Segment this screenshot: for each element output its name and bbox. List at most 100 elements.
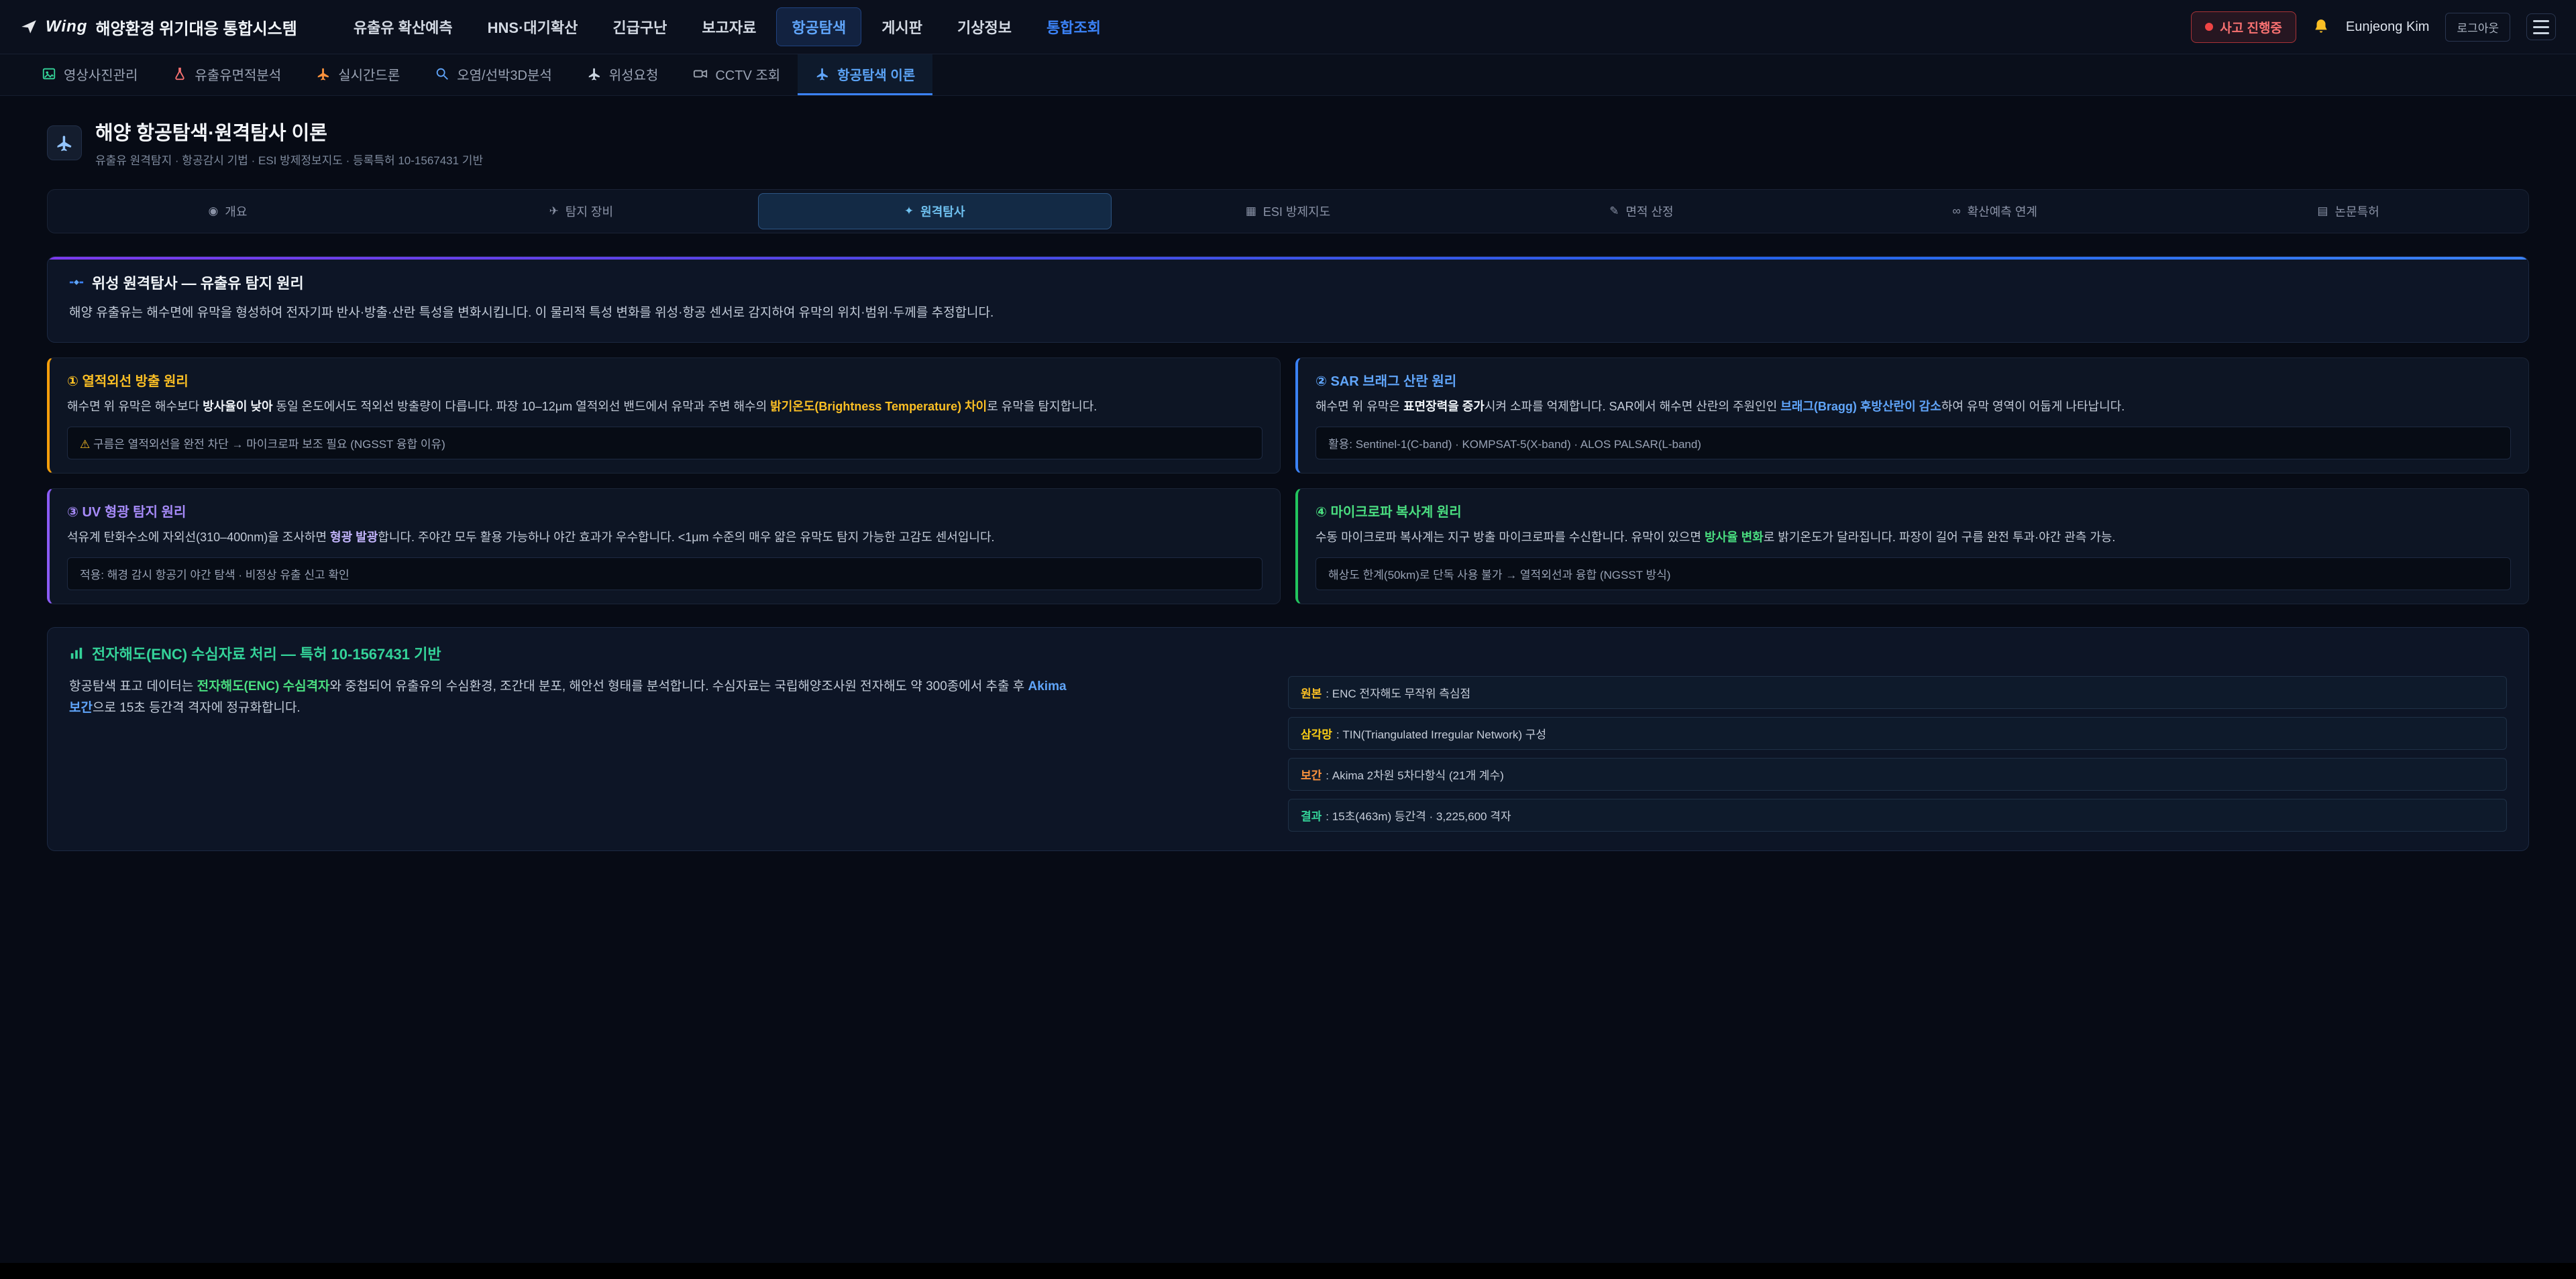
wing-logo-icon [20,18,38,36]
enc-step-text: : ENC 전자해도 무작위 측심점 [1326,687,1470,700]
tab-area-calculation[interactable]: ✎ 면적 산정 [1464,193,1818,229]
tab-overview[interactable]: ◉ 개요 [51,193,405,229]
status-badge-label: 사고 진행중 [2220,18,2282,36]
cctv-camera-icon [693,66,708,81]
card-note: 해상도 한계(50km)로 단독 사용 불가 → 열적외선과 융합 (NGSST… [1316,557,2511,590]
magnifier-icon [435,66,449,81]
subnav-label: 영상사진관리 [64,64,138,84]
enc-step-text: : TIN(Triangulated Irregular Network) 구성 [1336,728,1546,741]
enc-step-label: 보간 [1301,769,1322,782]
tab-label: 확산예측 연계 [1968,203,2037,220]
app-logo[interactable]: Wing 해양환경 위기대응 통합시스템 [20,15,297,39]
tab-remote-sensing[interactable]: ✦원격탐사 [758,193,1112,229]
card-title: ② SAR 브래그 산란 원리 [1316,370,2511,390]
page-icon-box [47,125,82,160]
main-content: 해양 항공탐색·원격탐사 이론 유출유 원격탐지 · 항공감시 기법 · ESI… [0,96,2576,851]
subnav-item-cctv[interactable]: CCTV 조회 [676,54,798,95]
enc-step-tin: 삼각망 : TIN(Triangulated Irregular Network)… [1288,717,2507,750]
tab-papers-patents[interactable]: ▤논문특허 [2171,193,2525,229]
card-note: ⚠ 구름은 열적외선을 완전 차단 → 마이크로파 보조 필요 (NGSST 융… [67,427,1263,459]
tab-label: 논문특허 [2334,203,2379,220]
remote-sensing-title: 위성 원격탐사 — 유출유 탐지 원리 [69,272,2507,293]
enc-step-label: 삼각망 [1301,728,1332,741]
nav-item-emergency-rescue[interactable]: 긴급구난 [598,8,682,46]
subnav-label: 오염/선박3D분석 [457,64,552,84]
enc-step-text: : 15초(463m) 등간격 · 3,225,600 격자 [1326,810,1511,823]
satellite-icon [69,275,84,290]
tab-diffusion-link[interactable]: ∞ 확산예측 연계 [1818,193,2171,229]
link-icon: ∞ [1952,205,1960,218]
secondary-nav: 영상사진관리 유출유면적분석 실시간드론 오염/선박3D분석 위성요청 CCTV… [0,54,2576,96]
subnav-item-aerial-search-theory[interactable]: 항공탐색 이론 [798,54,932,95]
subnav-label: CCTV 조회 [715,64,780,84]
incident-status-badge[interactable]: 사고 진행중 [2191,11,2296,43]
subnav-item-pollution-ship-3d[interactable]: 오염/선박3D분석 [417,54,570,95]
map-grid-icon: ▦ [1246,205,1256,218]
pencil-icon: ✎ [1609,205,1619,218]
enc-step-label: 원본 [1301,687,1322,700]
logout-button[interactable]: 로그아웃 [2445,13,2510,42]
top-navbar: Wing 해양환경 위기대응 통합시스템 유출유 확산예측 HNS·대기확산 긴… [0,0,2576,54]
logo-title: 해양환경 위기대응 통합시스템 [95,15,297,39]
subnav-label: 유출유면적분석 [195,64,281,84]
nav-item-oil-spill-prediction[interactable]: 유출유 확산예측 [339,8,468,46]
card-title: ③ UV 형광 탐지 원리 [67,501,1263,520]
navbar-right: 사고 진행중 Eunjeong Kim 로그아웃 [2191,11,2556,43]
tab-label: 면적 산정 [1625,203,1673,220]
tab-label: 탐지 장비 [566,203,613,220]
enc-section-title: 전자해도(ENC) 수심자료 처리 — 특허 10-1567431 기반 [69,643,2507,664]
enc-step-text: : Akima 2차원 5차다항식 (21개 계수) [1326,769,1503,782]
theory-tab-bar: ◉ 개요 ✈ 탐지 장비 ✦원격탐사 ▦ESI 방제지도 ✎ 면적 산정 ∞ 확산예측 … [47,189,2529,233]
satellite-plane-icon [587,66,602,81]
remote-sensing-section: 위성 원격탐사 — 유출유 탐지 원리 해양 유출유는 해수면에 유막을 형성하… [47,256,2529,343]
subnav-item-realtime-drone[interactable]: 실시간드론 [299,54,417,95]
nav-item-weather[interactable]: 기상정보 [943,8,1026,46]
tab-label: 개요 [225,203,247,220]
status-dot-icon [2205,23,2213,31]
card-body: 수동 마이크로파 복사계는 지구 방출 마이크로파를 수신합니다. 유막이 있으… [1316,529,2511,547]
card-title: ④ 마이크로파 복사계 원리 [1316,501,2511,520]
card-uv-fluorescence: ③ UV 형광 탐지 원리 석유계 탄화수소에 자외선(310–400nm)을 … [47,488,1281,604]
enc-description: 항공탐색 표고 데이터는 전자해도(ENC) 수심격자와 중첩되어 유출유의 수… [69,676,1069,720]
enc-step-result: 결과: 15초(463m) 등간격 · 3,225,600 격자 [1288,799,2507,832]
image-icon [42,66,56,81]
nav-item-board[interactable]: 게시판 [867,8,937,46]
tab-detection-equipment[interactable]: ✈ 탐지 장비 [405,193,758,229]
satellite-icon: ✦ [904,205,914,218]
screen-bottom-strip [0,1263,2576,1279]
subnav-label: 실시간드론 [338,64,400,84]
section-title-text: 전자해도(ENC) 수심자료 처리 — 특허 10-1567431 기반 [92,643,441,664]
hamburger-menu-icon[interactable] [2526,13,2556,40]
plane-icon: ✈ [549,205,559,218]
card-thermal-infrared: ① 열적외선 방출 원리 해수면 위 유막은 해수보다 방사율이 낮아 동일 온… [47,357,1281,474]
subnav-item-satellite-request[interactable]: 위성요청 [570,54,676,95]
card-sar-bragg: ② SAR 브래그 산란 원리 해수면 위 유막은 표면장력을 증가시켜 소파를… [1295,357,2529,474]
card-body: 해수면 위 유막은 표면장력을 증가시켜 소파를 억제합니다. SAR에서 해수… [1316,398,2511,416]
notifications-button[interactable] [2312,18,2330,36]
plane-icon [815,66,830,81]
nav-item-hns-air-diffusion[interactable]: HNS·대기확산 [473,8,593,46]
overview-icon: ◉ [208,205,218,218]
nav-item-integrated-search[interactable]: 통합조회 [1032,8,1116,46]
card-microwave-radiometer: ④ 마이크로파 복사계 원리 수동 마이크로파 복사계는 지구 방출 마이크로파… [1295,488,2529,604]
nav-item-reports[interactable]: 보고자료 [687,8,771,46]
main-nav: 유출유 확산예측 HNS·대기확산 긴급구난 보고자료 항공탐색 게시판 기상정… [339,7,2191,46]
principle-cards-grid: ① 열적외선 방출 원리 해수면 위 유막은 해수보다 방사율이 낮아 동일 온… [47,357,2529,604]
card-note: 활용: Sentinel-1(C-band) · KOMPSAT-5(X-ban… [1316,427,2511,459]
flask-icon [172,66,187,81]
card-note: 적용: 해경 감시 항공기 야간 탐색 · 비정상 유출 신고 확인 [67,557,1263,590]
logo-mark: Wing [46,17,87,36]
tab-esi-map[interactable]: ▦ESI 방제지도 [1112,193,1465,229]
page-subtitle: 유출유 원격탐지 · 항공감시 기법 · ESI 방제정보지도 · 등록특허 1… [95,151,483,168]
card-body: 석유계 탄화수소에 자외선(310–400nm)을 조사하면 형광 발광합니다.… [67,529,1263,547]
card-title: ① 열적외선 방출 원리 [67,370,1263,390]
enc-step-interpolation: 보간 : Akima 2차원 5차다항식 (21개 계수) [1288,758,2507,791]
section-title-text: 위성 원격탐사 — 유출유 탐지 원리 [92,272,304,293]
enc-content: 항공탐색 표고 데이터는 전자해도(ENC) 수심격자와 중첩되어 유출유의 수… [69,676,2507,832]
subnav-item-oil-area-analysis[interactable]: 유출유면적분석 [155,54,299,95]
subnav-item-image-management[interactable]: 영상사진관리 [24,54,155,95]
page-header: 해양 항공탐색·원격탐사 이론 유출유 원격탐지 · 항공감시 기법 · ESI… [47,117,2529,168]
nav-item-aerial-search[interactable]: 항공탐색 [776,7,861,46]
remote-sensing-description: 해양 유출유는 해수면에 유막을 형성하여 전자기파 반사·방출·산란 특성을 … [69,303,2507,323]
bell-icon [2312,18,2330,36]
